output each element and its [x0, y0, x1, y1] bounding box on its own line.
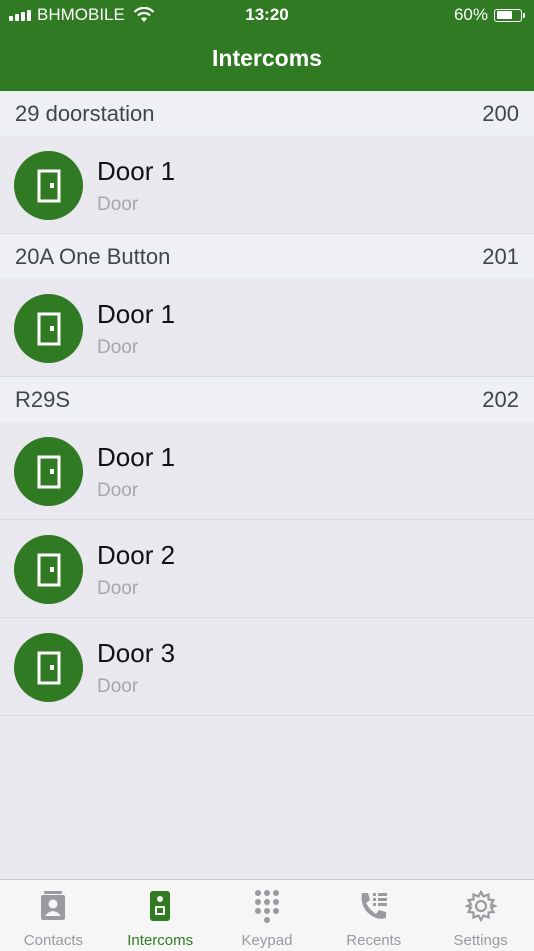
tab-label: Settings — [453, 932, 508, 949]
door-row[interactable]: Door 3 Door — [0, 618, 534, 716]
contacts-icon — [36, 889, 70, 923]
tab-settings[interactable]: Settings — [427, 880, 534, 951]
door-avatar — [14, 633, 83, 702]
section-name: R29S — [15, 386, 71, 412]
door-icon — [37, 553, 60, 586]
battery-tip — [523, 12, 525, 18]
nav-header: BHMOBILE 13:20 60% Intercoms — [0, 0, 534, 91]
section-number: 202 — [482, 386, 519, 412]
section-name: 20A One Button — [15, 243, 171, 269]
section-header: 20A One Button 201 — [0, 234, 534, 279]
tab-label: Contacts — [23, 932, 83, 949]
door-name: Door 1 — [97, 156, 176, 186]
tab-label: Intercoms — [127, 932, 194, 949]
tab-recents[interactable]: Recents — [320, 880, 427, 951]
section-number: 200 — [482, 100, 519, 126]
door-row[interactable]: Door 1 Door — [0, 279, 534, 377]
door-icon — [37, 651, 60, 684]
gear-icon — [464, 889, 498, 923]
section-header: R29S 202 — [0, 377, 534, 422]
door-icon — [37, 455, 60, 488]
tab-contacts[interactable]: Contacts — [0, 880, 107, 951]
door-row[interactable]: Door 1 Door — [0, 136, 534, 234]
tab-bar: Contacts Intercoms Keypad Recents Settin… — [0, 879, 534, 951]
door-name: Door 1 — [97, 442, 176, 472]
tab-keypad[interactable]: Keypad — [214, 880, 321, 951]
tab-intercoms[interactable]: Intercoms — [107, 880, 214, 951]
door-name: Door 3 — [97, 638, 176, 668]
door-avatar — [14, 437, 83, 506]
keypad-icon — [250, 889, 284, 923]
door-avatar — [14, 535, 83, 604]
door-icon — [37, 312, 60, 345]
tab-label: Recents — [346, 932, 402, 949]
door-avatar — [14, 294, 83, 363]
door-type: Door — [97, 480, 139, 501]
intercom-icon — [143, 889, 177, 923]
battery-percent: 60% — [453, 5, 488, 24]
door-row[interactable]: Door 2 Door — [0, 520, 534, 618]
tab-label: Keypad — [241, 932, 293, 949]
section-header: 29 doorstation 200 — [0, 91, 534, 136]
battery-group: 60% — [454, 5, 525, 25]
door-type: Door — [97, 194, 139, 215]
intercom-list[interactable]: 29 doorstation 200 Door 1 Door 20A One B… — [0, 91, 534, 716]
door-type: Door — [97, 676, 139, 697]
door-type: Door — [97, 337, 139, 358]
door-type: Door — [97, 578, 139, 599]
recents-icon — [357, 889, 391, 923]
section-number: 201 — [482, 243, 519, 269]
battery-icon — [494, 8, 522, 22]
section-name: 29 doorstation — [15, 100, 155, 126]
door-avatar — [14, 151, 83, 220]
status-bar: BHMOBILE 13:20 60% — [0, 0, 534, 30]
door-row[interactable]: Door 1 Door — [0, 422, 534, 520]
door-icon — [37, 169, 60, 202]
page-title: Intercoms — [212, 45, 322, 71]
door-name: Door 1 — [97, 299, 176, 329]
door-name: Door 2 — [97, 540, 176, 570]
